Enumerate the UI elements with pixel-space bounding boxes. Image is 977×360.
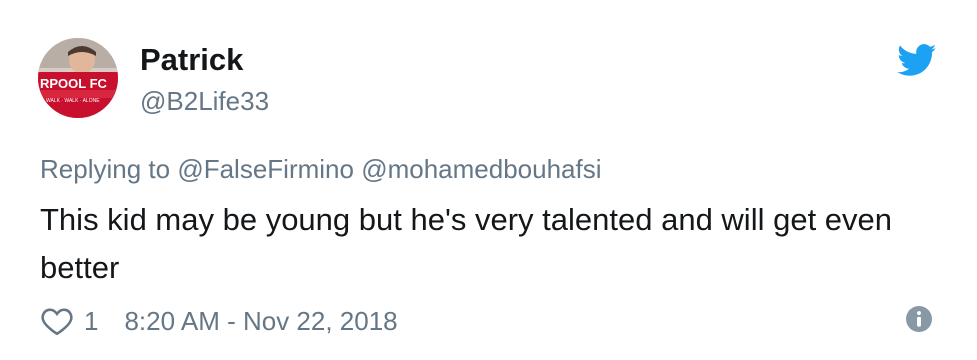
heart-icon[interactable]: [40, 304, 74, 338]
avatar[interactable]: RPOOL FC WALK · WALK · ALONE: [38, 38, 118, 118]
replying-to: Replying to @FalseFirmino @mohamedbouhaf…: [40, 150, 602, 188]
mention-link[interactable]: @FalseFirmino: [177, 154, 354, 184]
avatar-text: RPOOL FC: [40, 76, 108, 91]
user-handle[interactable]: @B2Life33: [140, 84, 269, 118]
svg-text:WALK · WALK · ALONE: WALK · WALK · ALONE: [46, 98, 100, 104]
avatar-image: RPOOL FC WALK · WALK · ALONE: [38, 38, 118, 118]
mention-link[interactable]: @mohamedbouhafsi: [361, 154, 601, 184]
twitter-bird-icon[interactable]: [897, 44, 937, 77]
like-count[interactable]: 1: [84, 306, 98, 337]
info-icon[interactable]: [906, 306, 932, 332]
display-name[interactable]: Patrick: [140, 40, 243, 80]
tweet-footer: 1 8:20 AM - Nov 22, 2018: [40, 301, 398, 341]
replying-prefix: Replying to: [40, 154, 171, 184]
tweet-text: This kid may be young but he's very tale…: [40, 202, 893, 285]
timestamp[interactable]: 8:20 AM - Nov 22, 2018: [124, 306, 397, 337]
tweet-card: RPOOL FC WALK · WALK · ALONE Patrick @B2…: [0, 0, 977, 360]
